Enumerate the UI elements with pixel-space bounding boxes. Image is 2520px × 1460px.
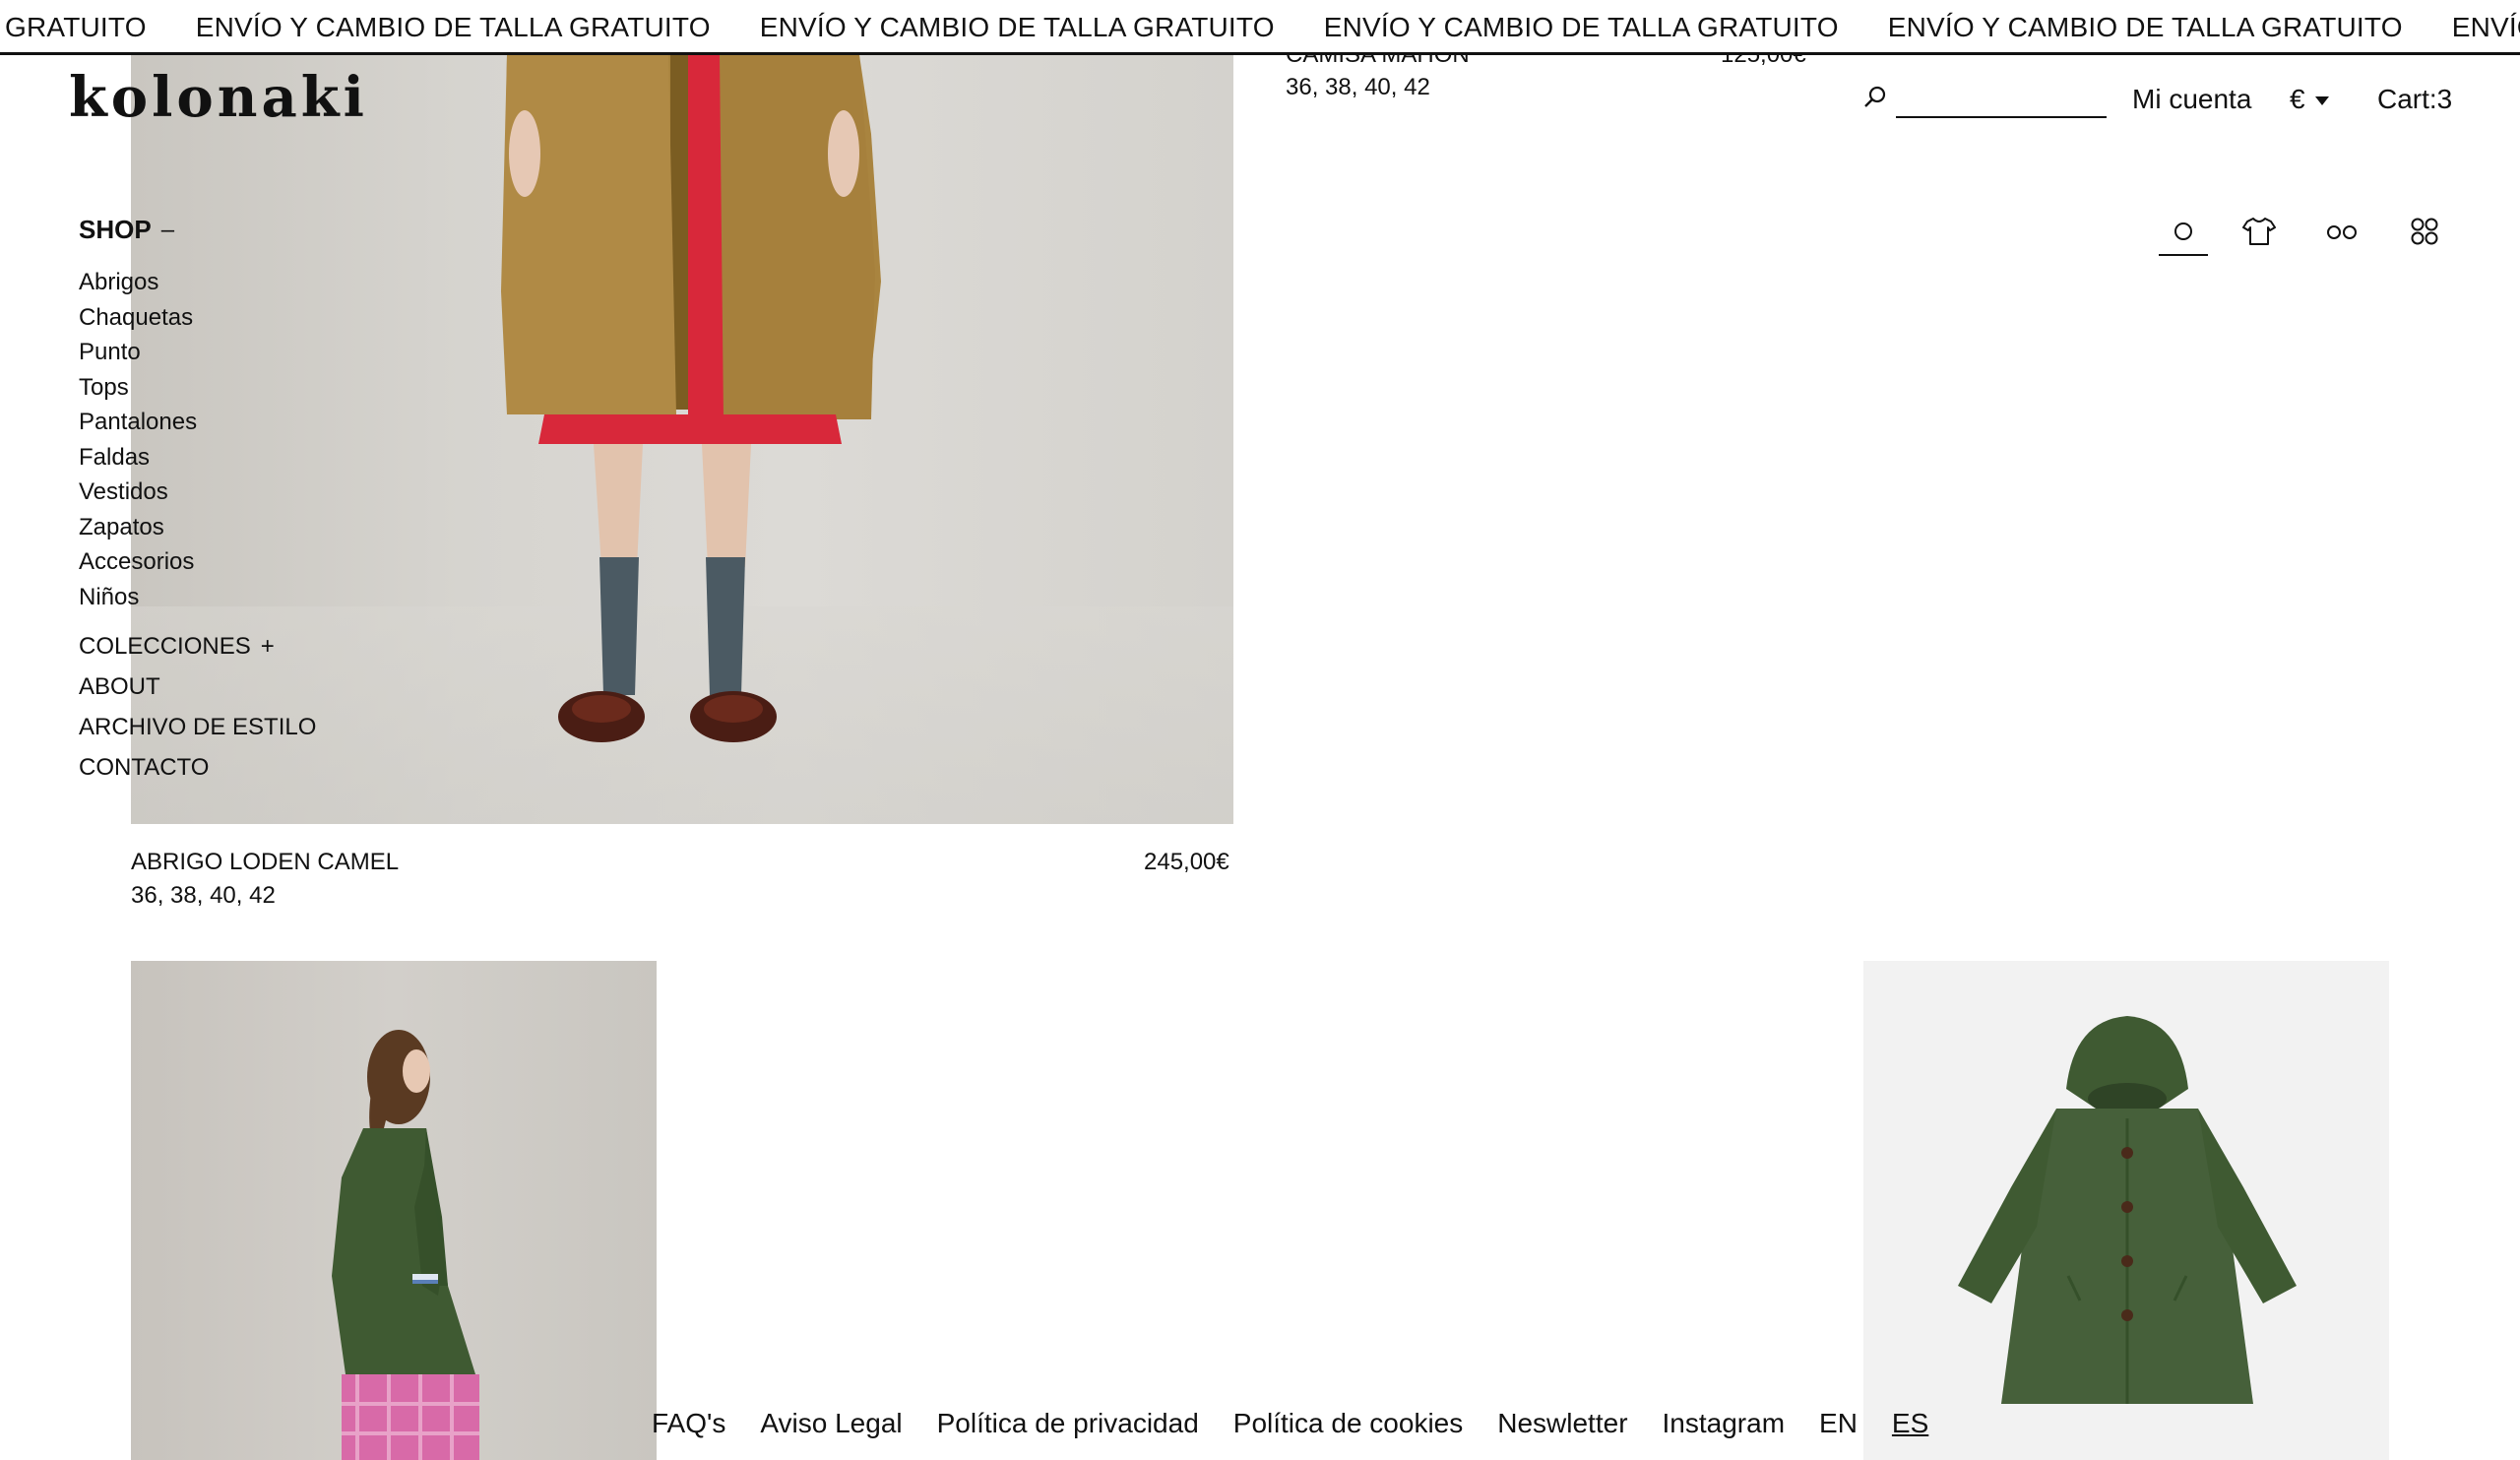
sidebar-item-punto[interactable]: Punto: [79, 335, 316, 370]
main-nav-list: COLECCIONES + ABOUT ARCHIVO DE ESTILO CON…: [79, 626, 316, 788]
marquee-item: ENVÍO Y CAMBIO DE TALLA GRATUITO: [1323, 12, 1839, 42]
green-hooded-coat-illustration: [1958, 1016, 2297, 1404]
expand-icon: +: [260, 633, 275, 660]
search-input[interactable]: [1896, 81, 2107, 118]
marquee-item: ENVÍO Y CAMBIO DE TALLA GRATUITO: [759, 12, 1275, 42]
footer-link-instagram[interactable]: Instagram: [1663, 1408, 1786, 1439]
previous-product-sizes: 36, 38, 40, 42: [1286, 74, 1430, 100]
view-single-button[interactable]: [2159, 207, 2208, 256]
product-image-green-hooded-coat[interactable]: [1863, 961, 2389, 1460]
sidebar-item-tops[interactable]: Tops: [79, 370, 316, 406]
promo-marquee: GRATUITO ENVÍO Y CAMBIO DE TALLA GRATUIT…: [0, 0, 2520, 55]
sidebar-item-chaquetas[interactable]: Chaquetas: [79, 300, 316, 336]
sidebar-item-pantalones[interactable]: Pantalones: [79, 405, 316, 440]
product-image-green-coat-model[interactable]: [131, 961, 657, 1460]
sidebar-item-accesorios[interactable]: Accesorios: [79, 544, 316, 580]
category-list: Abrigos Chaquetas Punto Tops Pantalones …: [79, 265, 316, 614]
collapse-icon: –: [160, 216, 175, 243]
sidebar-item-faldas[interactable]: Faldas: [79, 440, 316, 476]
footer-link-cookies[interactable]: Política de cookies: [1233, 1408, 1463, 1439]
language-es[interactable]: ES: [1892, 1408, 1928, 1439]
grid-view-icon: [2411, 218, 2438, 245]
search-icon[interactable]: [1860, 83, 1890, 112]
footer-link-faqs[interactable]: FAQ's: [652, 1408, 725, 1439]
sidebar-item-archivo-de-estilo[interactable]: ARCHIVO DE ESTILO: [79, 707, 316, 747]
view-two-column-button[interactable]: [2317, 207, 2366, 256]
sidebar-item-colecciones[interactable]: COLECCIONES +: [79, 626, 316, 667]
brand-logo[interactable]: kolonaki: [69, 65, 368, 130]
sidebar-item-contacto[interactable]: CONTACTO: [79, 747, 316, 788]
marquee-item: ENVÍO Y CAMBIO DE TALLA GRATUITO: [1887, 12, 2403, 42]
single-circle-view-icon: [2174, 222, 2192, 240]
sidebar-item-abrigos[interactable]: Abrigos: [79, 265, 316, 300]
footer-link-privacidad[interactable]: Política de privacidad: [937, 1408, 1199, 1439]
shop-label: SHOP: [79, 215, 152, 244]
product-sizes: 36, 38, 40, 42: [131, 882, 276, 909]
cart-link[interactable]: Cart:3: [2377, 84, 2452, 115]
shop-menu-toggle[interactable]: SHOP –: [79, 215, 316, 245]
footer-link-aviso-legal[interactable]: Aviso Legal: [760, 1408, 902, 1439]
product-name[interactable]: ABRIGO LODEN CAMEL: [131, 849, 399, 876]
marquee-item: GRATUITO: [5, 12, 147, 42]
view-garment-button[interactable]: [2235, 207, 2284, 256]
marquee-item: ENVÍO Y CAMBIO DE TALLA GRATUITO: [195, 12, 711, 42]
marquee-track: GRATUITO ENVÍO Y CAMBIO DE TALLA GRATUIT…: [5, 10, 2520, 45]
sidebar-item-about[interactable]: ABOUT: [79, 667, 316, 707]
currency-symbol: €: [2290, 84, 2305, 114]
sidebar-item-zapatos[interactable]: Zapatos: [79, 510, 316, 545]
footer-links: FAQ's Aviso Legal Política de privacidad…: [652, 1408, 1928, 1439]
language-en[interactable]: EN: [1819, 1408, 1858, 1439]
product-price: 245,00€: [1144, 849, 1229, 875]
footer-link-newsletter[interactable]: Neswletter: [1497, 1408, 1627, 1439]
green-coat-model-illustration: [332, 1030, 479, 1460]
marquee-item: ENVÍO Y CAMBIO DE: [2451, 12, 2520, 42]
two-circles-view-icon: [2327, 225, 2357, 239]
sidebar-item-ninos[interactable]: Niños: [79, 580, 316, 615]
my-account-link[interactable]: Mi cuenta: [2132, 84, 2251, 115]
sidebar-nav: SHOP – Abrigos Chaquetas Punto Tops Pant…: [79, 215, 316, 788]
chevron-down-icon: [2314, 95, 2329, 105]
currency-selector[interactable]: €: [2290, 84, 2329, 115]
tshirt-view-icon: [2242, 218, 2276, 245]
view-grid-button[interactable]: [2400, 207, 2449, 256]
sidebar-item-vestidos[interactable]: Vestidos: [79, 475, 316, 510]
colecciones-label: COLECCIONES: [79, 633, 251, 660]
